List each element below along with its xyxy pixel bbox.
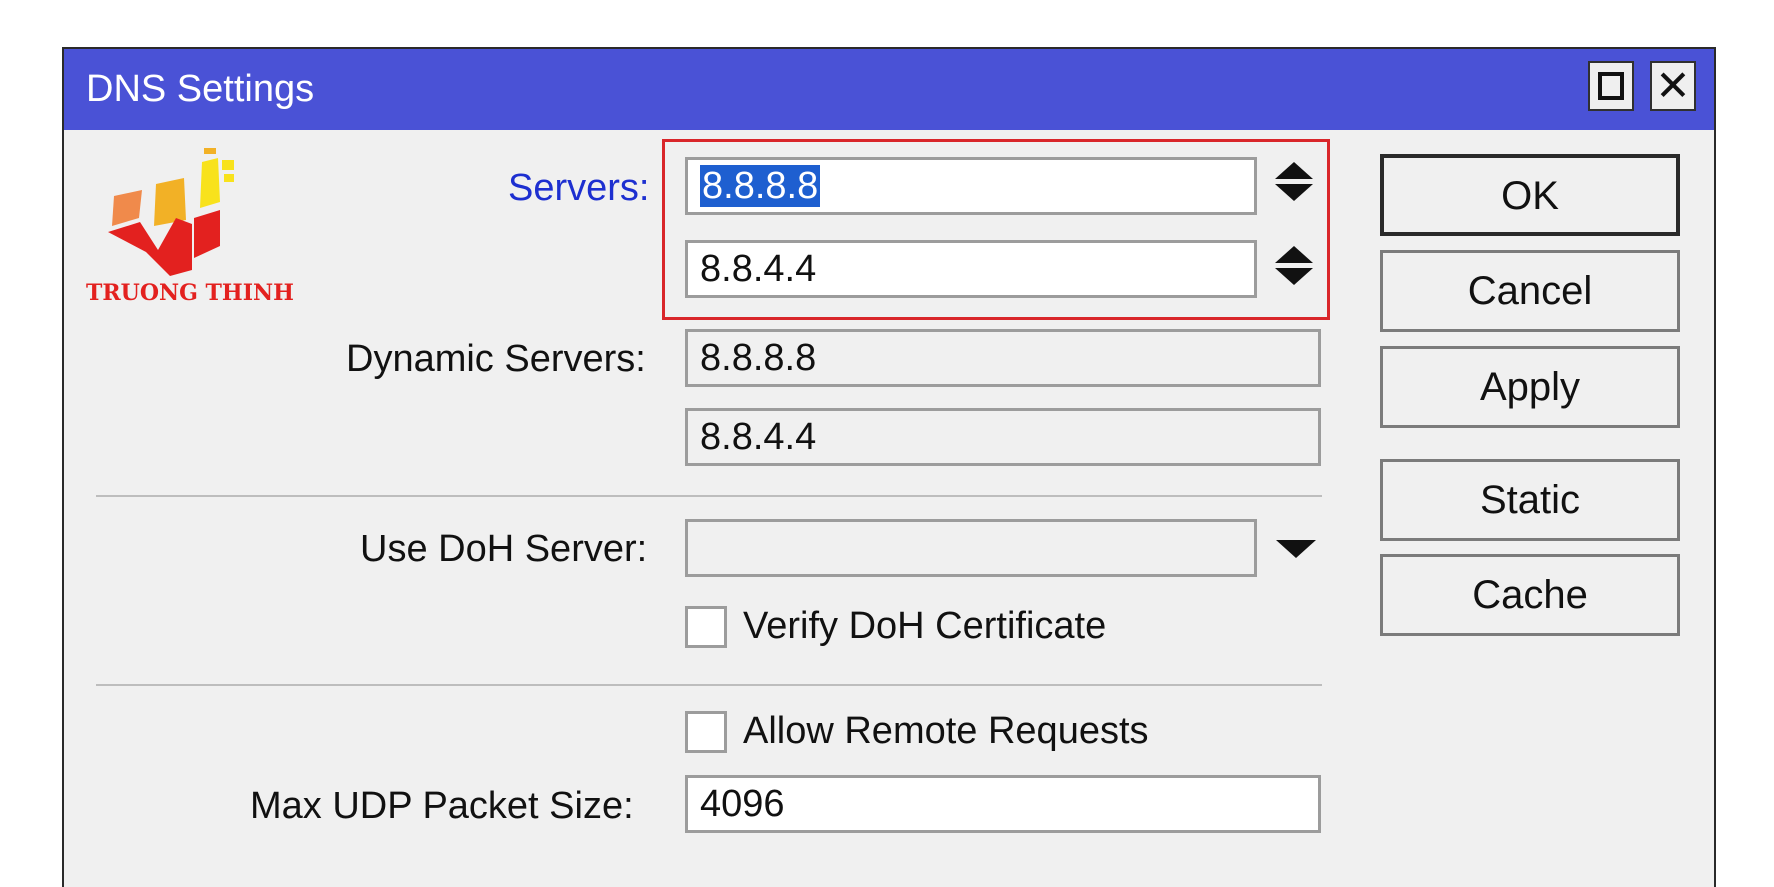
section-divider [96, 495, 1322, 497]
verify-doh-checkbox[interactable] [685, 606, 727, 648]
ok-button[interactable]: OK [1380, 154, 1680, 236]
arrow-down-icon [1275, 184, 1313, 201]
logo-mark-icon [108, 148, 234, 276]
arrow-up-icon [1275, 162, 1313, 179]
use-doh-server-label: Use DoH Server: [360, 528, 648, 570]
static-button[interactable]: Static [1380, 459, 1680, 541]
maximize-icon [1598, 72, 1624, 100]
server-input-1[interactable]: 8.8.8.8 [685, 157, 1257, 215]
dynamic-server-field-2: 8.8.4.4 [685, 408, 1321, 466]
dynamic-server-field-1: 8.8.8.8 [685, 329, 1321, 387]
servers-label: Servers: [508, 167, 650, 209]
close-button[interactable]: ✕ [1650, 61, 1696, 111]
server-1-spinner[interactable] [1275, 162, 1315, 208]
close-icon: ✕ [1655, 62, 1691, 109]
maximize-button[interactable] [1588, 61, 1634, 111]
server-input-1-text: 8.8.8.8 [700, 165, 821, 207]
server-input-2-text: 8.8.4.4 [700, 248, 817, 290]
arrow-down-icon [1275, 268, 1313, 285]
arrow-up-icon [1275, 246, 1313, 263]
section-divider [96, 684, 1322, 686]
max-udp-packet-size-input[interactable]: 4096 [685, 775, 1321, 833]
cancel-button[interactable]: Cancel [1380, 250, 1680, 332]
window-title: DNS Settings [86, 68, 315, 110]
max-udp-packet-size-label: Max UDP Packet Size: [250, 785, 634, 827]
cache-button[interactable]: Cache [1380, 554, 1680, 636]
title-bar[interactable]: DNS Settings ✕ [64, 49, 1714, 130]
truong-thinh-logo: TRUONG THINH [84, 148, 294, 318]
dropdown-arrow-icon[interactable] [1276, 540, 1316, 558]
doh-server-select[interactable] [685, 519, 1257, 577]
verify-doh-label: Verify DoH Certificate [743, 605, 1107, 647]
logo-text: TRUONG THINH [86, 280, 294, 306]
server-input-2[interactable]: 8.8.4.4 [685, 240, 1257, 298]
allow-remote-requests-label: Allow Remote Requests [743, 710, 1149, 752]
allow-remote-requests-checkbox[interactable] [685, 711, 727, 753]
apply-button[interactable]: Apply [1380, 346, 1680, 428]
dynamic-servers-label: Dynamic Servers: [346, 338, 646, 380]
server-2-spinner[interactable] [1275, 246, 1315, 292]
